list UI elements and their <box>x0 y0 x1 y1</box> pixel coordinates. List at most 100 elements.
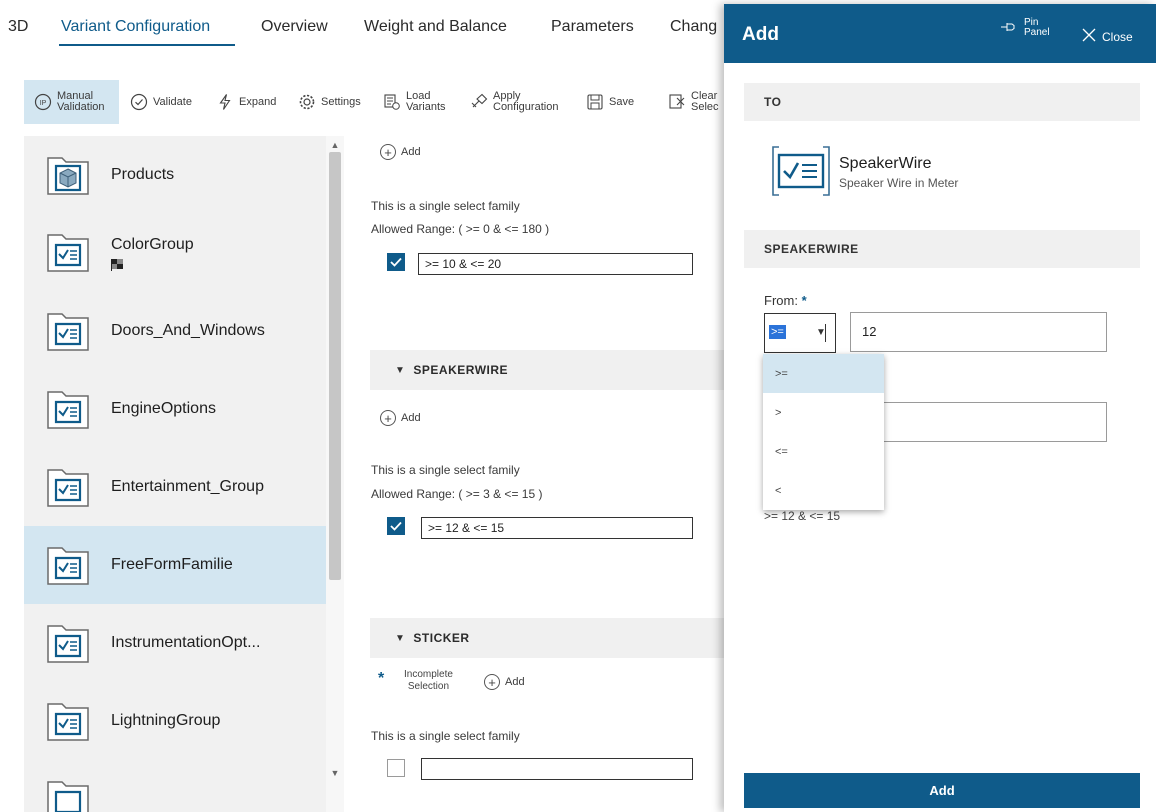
family-item-instrumentationoptions[interactable]: InstrumentationOpt... <box>24 604 326 682</box>
allowed-range-prefix-2: Allowed Range: <box>371 487 456 501</box>
family-label-doors-and-windows: Doors_And_Windows <box>111 322 265 339</box>
add-link-label: Add <box>401 146 421 158</box>
family-item-products[interactable]: Products <box>24 136 326 214</box>
load-variants-label-2: Variants <box>406 101 446 113</box>
validate-button[interactable]: Validate <box>130 80 200 124</box>
range-value-field-3[interactable] <box>421 758 693 780</box>
family-label-colorgroup: ColorGroup <box>111 236 194 253</box>
checklist-icon <box>42 540 94 590</box>
family-item-freeformfamilie[interactable]: FreeFormFamilie <box>24 526 326 604</box>
family-item-doors-and-windows[interactable]: Doors_And_Windows <box>24 292 326 370</box>
manual-validation-icon: IP <box>34 93 52 111</box>
load-variants-icon <box>383 93 401 111</box>
lightning-icon <box>216 93 234 111</box>
checklist-icon <box>42 462 94 512</box>
collapse-triangle-icon: ▼ <box>395 632 406 644</box>
settings-button[interactable]: Settings <box>298 80 370 124</box>
list-scrollbar-thumb[interactable] <box>329 152 341 580</box>
required-marker: * <box>801 293 807 308</box>
family-item-partial[interactable] <box>24 760 326 812</box>
operator-option-gte[interactable]: >= <box>763 354 884 393</box>
apply-configuration-icon <box>470 93 488 111</box>
close-icon <box>1082 28 1096 45</box>
range-value-field-1[interactable]: >= 10 & <= 20 <box>418 253 693 275</box>
section-header-speakerwire[interactable]: ▼ SPEAKERWIRE <box>370 350 724 390</box>
from-operator-select[interactable]: >= ▼ <box>764 313 836 353</box>
flag-icon <box>111 258 125 276</box>
add-link-1[interactable]: + Add <box>380 144 421 160</box>
checklist-icon <box>42 696 94 746</box>
tab-changes[interactable]: Chang <box>670 18 717 36</box>
range-value-field-2[interactable]: >= 12 & <= 15 <box>421 517 693 539</box>
from-operator-value: >= <box>769 325 786 339</box>
panel-header: Add Pin Panel Close <box>724 4 1156 63</box>
tab-parameters[interactable]: Parameters <box>551 18 634 36</box>
section-header-sticker[interactable]: ▼ STICKER <box>370 618 724 658</box>
range-preview: >= 12 & <= 15 <box>764 509 841 523</box>
allowed-range-value-2: ( >= 3 & <= 15 ) <box>458 487 543 501</box>
to-value-input[interactable] <box>850 402 1107 442</box>
range-checkbox-1[interactable] <box>387 253 405 271</box>
checklist-icon <box>42 774 94 812</box>
operator-option-lt[interactable]: < <box>763 471 884 510</box>
family-item-engineoptions[interactable]: EngineOptions <box>24 370 326 448</box>
checklist-icon <box>42 227 94 277</box>
single-select-note-1: This is a single select family <box>371 199 520 213</box>
range-checkbox-2[interactable] <box>387 517 405 535</box>
family-label-instrumentationoptions: InstrumentationOpt... <box>111 634 261 651</box>
required-asterisk-icon: * <box>378 670 385 687</box>
tab-variant-configuration[interactable]: Variant Configuration <box>61 18 210 36</box>
load-variants-button[interactable]: Load Variants <box>383 80 455 124</box>
add-button[interactable]: Add <box>744 773 1140 808</box>
pin-panel-button[interactable]: Pin Panel <box>1000 18 1050 38</box>
toolbar: IP Manual Validation Validate Expand Sett… <box>0 74 724 130</box>
scroll-up-icon[interactable]: ▲ <box>329 140 341 152</box>
close-button[interactable]: Close <box>1082 28 1133 45</box>
clear-selection-button[interactable]: Clear Selec <box>668 80 724 124</box>
from-value-input[interactable]: 12 <box>850 312 1107 352</box>
family-list: Products ColorGroup Doors_And_Windows En… <box>24 136 326 812</box>
save-icon <box>586 93 604 111</box>
tab-3d[interactable]: 3D <box>8 18 28 36</box>
single-select-note-2: This is a single select family <box>371 463 520 477</box>
checkmark-icon <box>390 257 402 267</box>
expand-button[interactable]: Expand <box>216 80 284 124</box>
single-select-note-3: This is a single select family <box>371 729 520 743</box>
apply-configuration-button[interactable]: Apply Configuration <box>470 80 572 124</box>
plus-circle-icon: + <box>380 144 396 160</box>
close-label: Close <box>1102 29 1133 44</box>
manual-validation-label-2: Validation <box>57 101 105 113</box>
tab-overview[interactable]: Overview <box>261 18 328 36</box>
svg-text:IP: IP <box>40 100 47 107</box>
validate-label: Validate <box>153 95 192 108</box>
tab-weight-and-balance[interactable]: Weight and Balance <box>364 18 507 36</box>
plus-circle-icon: + <box>380 410 396 426</box>
manual-validation-button[interactable]: IP Manual Validation <box>24 80 119 124</box>
operator-dropdown: >= > <= < <box>763 354 884 510</box>
allowed-range-1: Allowed Range: ( >= 0 & <= 180 ) <box>371 222 549 236</box>
family-item-lightninggroup[interactable]: LightningGroup <box>24 682 326 760</box>
add-link-2[interactable]: + Add <box>380 410 421 426</box>
cube-icon <box>42 150 94 200</box>
check-circle-icon <box>130 93 148 111</box>
operator-option-gt[interactable]: > <box>763 393 884 432</box>
operator-option-lte[interactable]: <= <box>763 432 884 471</box>
pin-icon <box>1000 21 1020 36</box>
collapse-triangle-icon: ▼ <box>395 364 406 376</box>
section-title-speakerwire: SPEAKERWIRE <box>413 363 509 377</box>
scroll-down-icon[interactable]: ▼ <box>329 768 341 780</box>
add-link-3[interactable]: + Add <box>484 674 525 690</box>
family-item-entertainment-group[interactable]: Entertainment_Group <box>24 448 326 526</box>
family-label-entertainment-group: Entertainment_Group <box>111 478 264 495</box>
range-checkbox-3[interactable] <box>387 759 405 777</box>
add-link-label: Add <box>505 676 525 688</box>
panel-title: Add <box>742 24 779 45</box>
settings-label: Settings <box>321 95 361 108</box>
top-tab-bar: 3D Variant Configuration Overview Weight… <box>0 0 760 56</box>
save-button[interactable]: Save <box>586 80 642 124</box>
family-item-colorgroup[interactable]: ColorGroup <box>24 214 326 292</box>
add-panel: Add Pin Panel Close TO SpeakerWire Speak… <box>724 4 1156 812</box>
checklist-icon <box>42 306 94 356</box>
incomplete-label-2: Selection <box>407 681 450 692</box>
clear-selection-label-2: Selec <box>691 101 719 113</box>
